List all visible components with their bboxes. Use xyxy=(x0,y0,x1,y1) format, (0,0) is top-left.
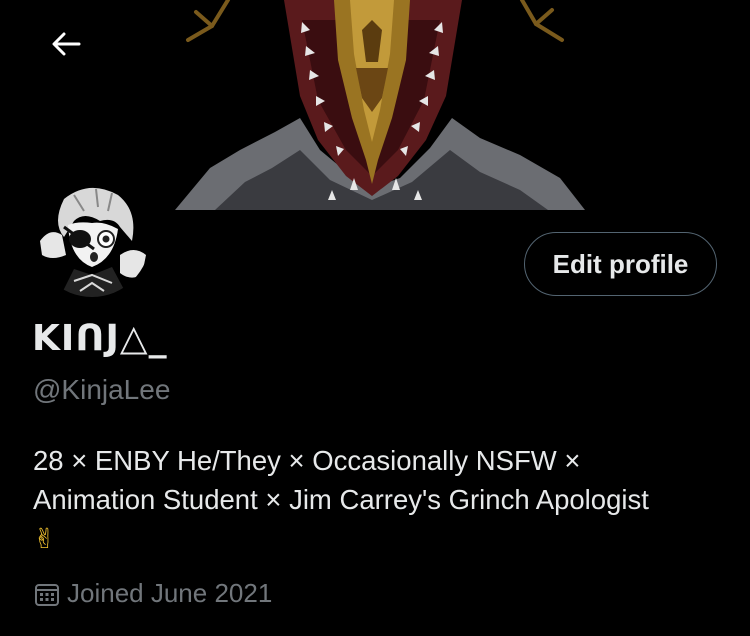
arrow-left-icon xyxy=(52,32,81,56)
edit-profile-label: Edit profile xyxy=(552,248,689,279)
joined-date: Joined June 2021 xyxy=(33,578,272,609)
profile-banner[interactable] xyxy=(0,0,750,210)
user-handle: @KinjaLee xyxy=(33,374,171,405)
joined-text: Joined June 2021 xyxy=(67,578,273,608)
display-name: KIᑎJ△_ xyxy=(32,318,168,359)
back-button[interactable] xyxy=(40,24,92,64)
avatar-illustration xyxy=(34,181,150,297)
bio-line: Animation Student × Jim Carrey's Grinch … xyxy=(33,484,649,515)
bio: 28 × ENBY He/They × Occasionally NSFW × … xyxy=(33,441,733,558)
edit-profile-button[interactable]: Edit profile xyxy=(524,232,717,296)
avatar[interactable] xyxy=(30,177,154,301)
bio-line: 28 × ENBY He/They × Occasionally NSFW × xyxy=(33,445,581,476)
calendar-icon xyxy=(33,580,61,608)
victory-hand-emoji: ✌ xyxy=(33,523,57,554)
